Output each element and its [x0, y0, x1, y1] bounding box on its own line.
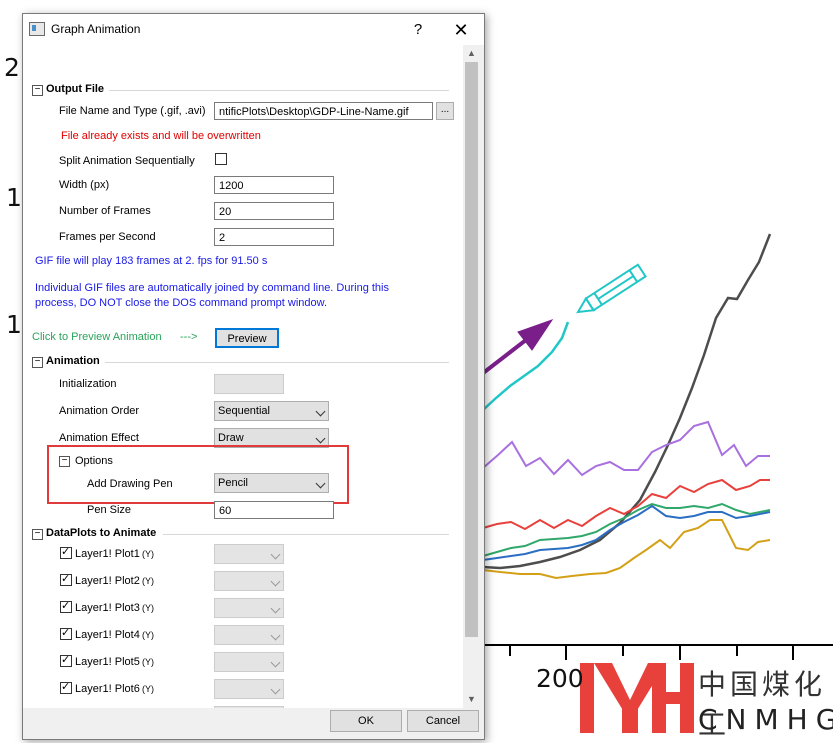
chevron-down-icon — [270, 576, 281, 587]
plot-label: Layer1! Plot2 — [75, 575, 140, 587]
plot-dropdown[interactable] — [214, 544, 284, 564]
logo-mark — [580, 663, 694, 733]
initialization-label: Initialization — [59, 378, 117, 390]
plot-label: Layer1! Plot5 — [75, 656, 140, 668]
plot-dropdown[interactable] — [214, 652, 284, 672]
file-name-input[interactable]: ntificPlots\Desktop\GDP-Line-Name.gif — [214, 102, 433, 120]
plot-label: Layer1! Plot6 — [75, 683, 140, 695]
pen-size-input[interactable]: 60 — [214, 501, 334, 519]
title-bar: Graph Animation ? ✕ — [23, 14, 484, 45]
animation-order-value: Sequential — [218, 405, 270, 417]
animation-order-dropdown[interactable]: Sequential — [214, 401, 329, 421]
pen-size-label: Pen Size — [87, 504, 132, 516]
vertical-scrollbar[interactable]: ▲ ▼ — [463, 45, 480, 708]
chevron-down-icon — [270, 603, 281, 614]
split-animation-checkbox[interactable] — [215, 153, 227, 165]
graph-animation-dialog: Graph Animation ? ✕ − Output File File N… — [22, 13, 485, 740]
axis-tick-label: 2 — [4, 53, 20, 82]
chevron-down-icon — [270, 630, 281, 641]
chevron-down-icon — [270, 549, 281, 560]
axis-tick-label: 1 — [6, 183, 22, 212]
width-input[interactable]: 1200 — [214, 176, 334, 194]
pencil-icon — [576, 263, 647, 314]
axis-tick-label: 1 — [6, 310, 22, 339]
plot-dropdown[interactable] — [214, 598, 284, 618]
section-title-output-file: Output File — [46, 83, 105, 95]
collapse-toggle-dataplots[interactable]: − — [32, 529, 43, 540]
plot-checkbox[interactable] — [60, 653, 72, 667]
plot-checkbox[interactable] — [60, 680, 72, 694]
scroll-down-icon[interactable]: ▼ — [463, 691, 480, 708]
preview-button[interactable]: Preview — [215, 328, 279, 348]
overwrite-warning: File already exists and will be overwrit… — [61, 130, 261, 142]
fps-label: Frames per Second — [59, 231, 156, 243]
plot-label: Layer1! Plot4 — [75, 629, 140, 641]
scrollbar-thumb[interactable] — [465, 62, 478, 637]
section-divider — [163, 534, 449, 535]
section-divider — [105, 362, 449, 363]
plot-label: Layer1! Plot1 — [75, 548, 140, 560]
plot-dropdown[interactable] — [214, 679, 284, 699]
scroll-up-icon[interactable]: ▲ — [463, 45, 480, 62]
animation-effect-value: Draw — [218, 432, 244, 444]
plot-suffix: (Y) — [142, 684, 154, 694]
chevron-down-icon — [270, 657, 281, 668]
chevron-down-icon — [315, 433, 326, 444]
section-title-dataplots: DataPlots to Animate — [46, 527, 157, 539]
animation-effect-label: Animation Effect — [59, 432, 139, 444]
plot-suffix: (Y) — [142, 576, 154, 586]
split-animation-label: Split Animation Sequentially — [59, 155, 195, 167]
dos-info-line2: process, DO NOT close the DOS command pr… — [35, 297, 328, 309]
plot-suffix: (Y) — [142, 603, 154, 613]
plot-checkbox[interactable] — [60, 572, 72, 586]
section-title-animation: Animation — [46, 355, 100, 367]
plot-checkbox[interactable] — [60, 626, 72, 640]
plot-checkbox[interactable] — [60, 545, 72, 559]
cancel-button[interactable]: Cancel — [407, 710, 479, 732]
collapse-toggle-animation[interactable]: − — [32, 357, 43, 368]
help-button[interactable]: ? — [407, 19, 429, 41]
plot-label: Layer1! Plot3 — [75, 602, 140, 614]
options-highlight-box — [47, 445, 349, 504]
preview-hint-arrow: ---> — [180, 331, 198, 343]
settings-panel: − Output File File Name and Type (.gif, … — [23, 45, 463, 708]
app-icon — [29, 22, 45, 36]
file-name-label: File Name and Type (.gif, .avi) — [59, 105, 206, 117]
ok-button[interactable]: OK — [330, 710, 402, 732]
plot-suffix: (Y) — [142, 549, 154, 559]
browse-button[interactable]: ... — [436, 102, 454, 120]
chevron-down-icon — [270, 684, 281, 695]
plot-suffix: (Y) — [142, 657, 154, 667]
series-line-dark — [482, 233, 772, 570]
initialization-dropdown[interactable] — [214, 374, 284, 394]
animation-order-label: Animation Order — [59, 405, 140, 417]
collapse-toggle-output-file[interactable]: − — [32, 85, 43, 96]
frames-label: Number of Frames — [59, 205, 151, 217]
dos-info-line1: Individual GIF files are automatically j… — [35, 282, 389, 294]
preview-hint: Click to Preview Animation — [32, 331, 162, 343]
plot-suffix: (Y) — [142, 630, 154, 640]
x-axis-ticks — [509, 645, 794, 660]
plot-dropdown[interactable] — [214, 571, 284, 591]
fps-input[interactable]: 2 — [214, 228, 334, 246]
close-button[interactable]: ✕ — [450, 19, 472, 41]
series-line-purple — [482, 420, 770, 477]
axis-tick-label: 200 — [536, 664, 584, 693]
width-label: Width (px) — [59, 179, 110, 191]
gif-duration-info: GIF file will play 183 frames at 2. fps … — [35, 255, 268, 267]
plot-checkbox[interactable] — [60, 599, 72, 613]
section-divider — [109, 90, 449, 91]
frames-input[interactable]: 20 — [214, 202, 334, 220]
logo-english-text: CNMHG — [698, 703, 833, 736]
chevron-down-icon — [315, 406, 326, 417]
plot-dropdown[interactable] — [214, 625, 284, 645]
dialog-footer: OK Cancel — [23, 708, 484, 739]
dialog-title: Graph Animation — [51, 22, 141, 36]
